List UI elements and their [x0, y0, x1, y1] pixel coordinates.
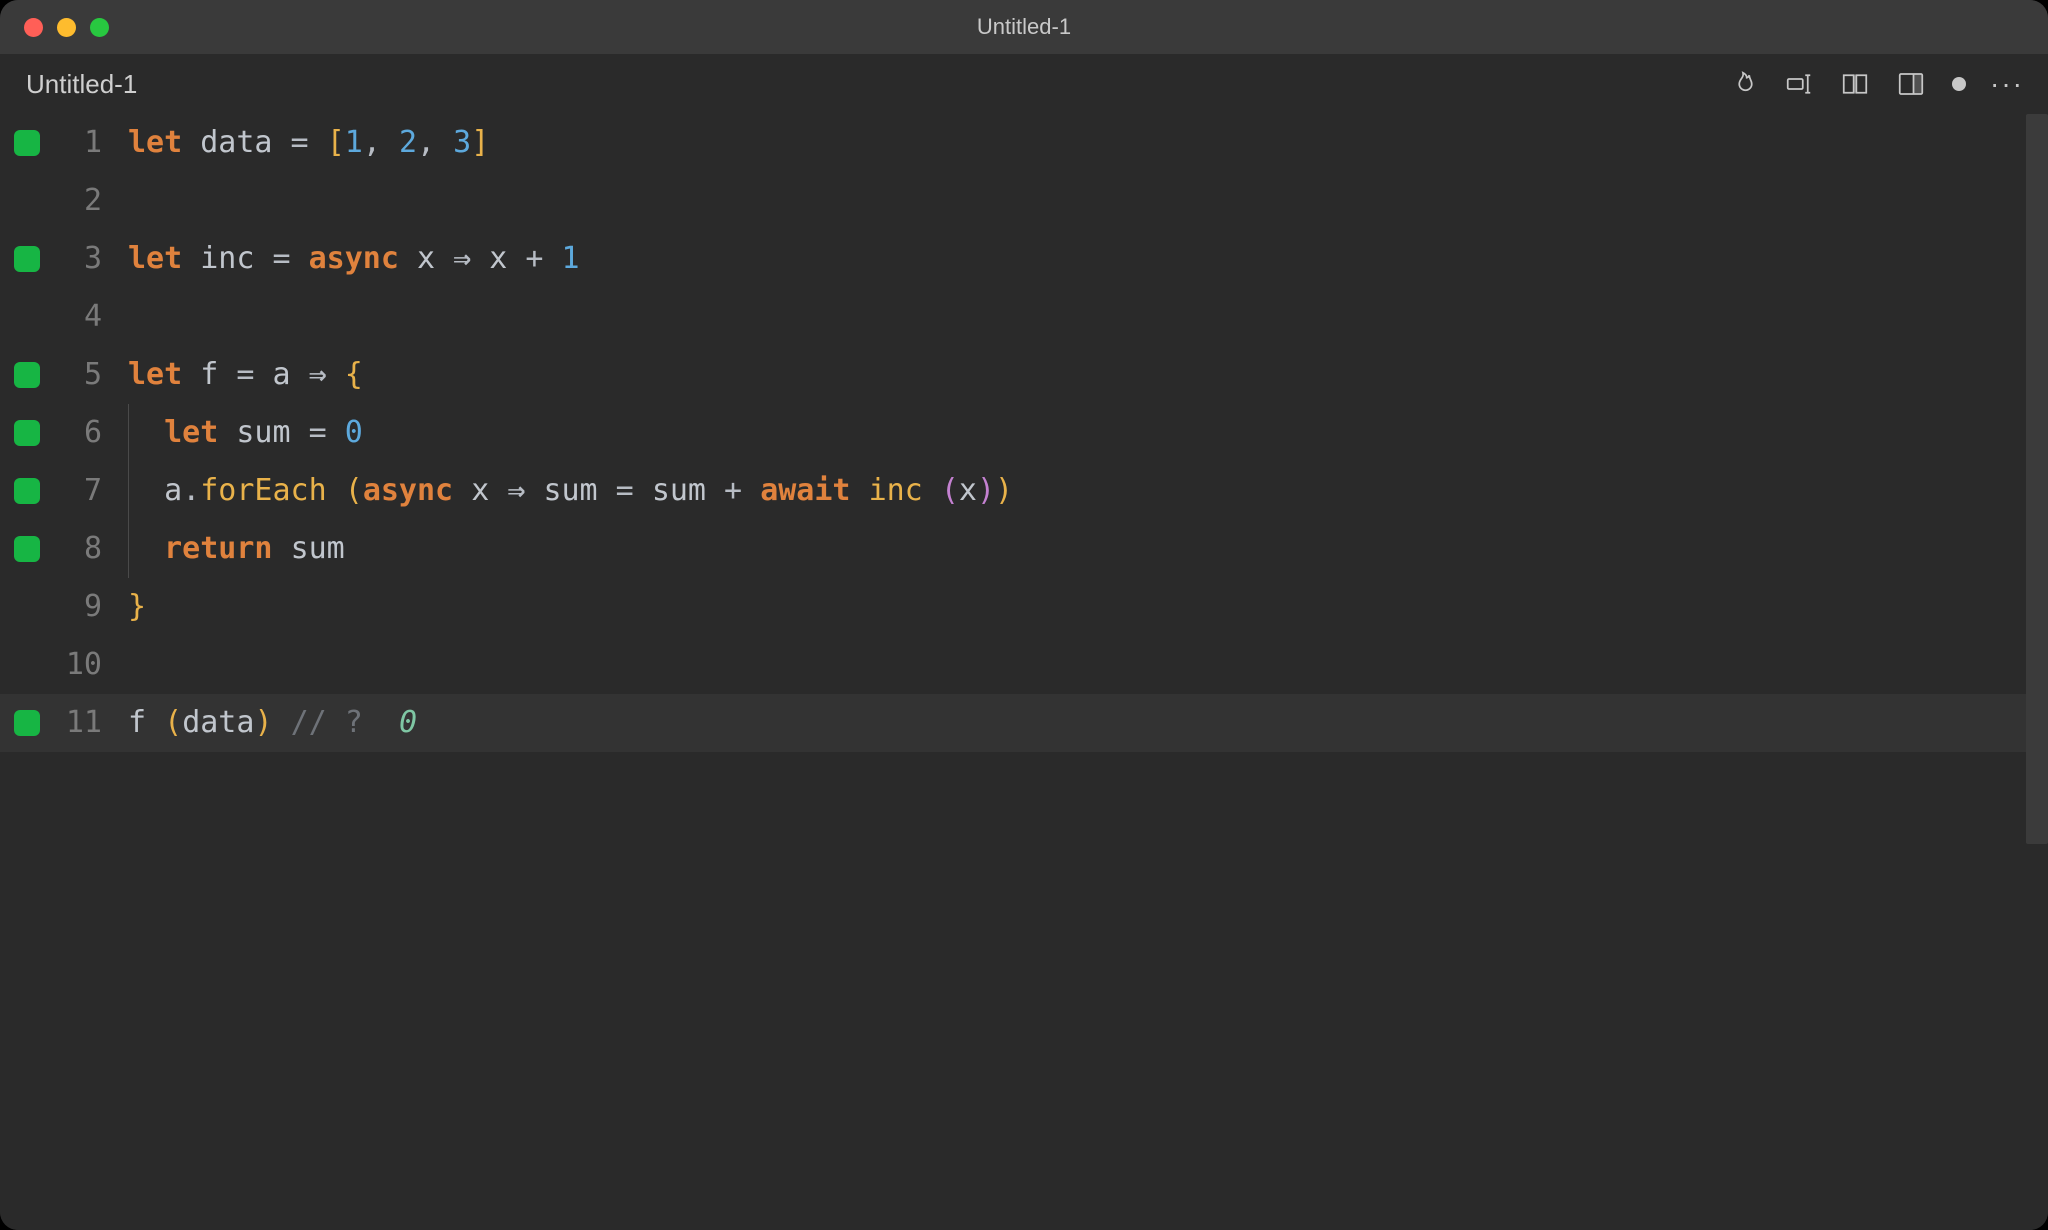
breakpoint-icon[interactable]: [14, 362, 40, 388]
line-number: 6: [48, 404, 128, 462]
line-number: 4: [48, 288, 128, 346]
breakpoint-icon[interactable]: [14, 478, 40, 504]
line-number: 3: [48, 230, 128, 288]
tab-label[interactable]: Untitled-1: [26, 69, 137, 100]
minimize-window-button[interactable]: [57, 18, 76, 37]
code-content: f (data) // ? 0: [128, 694, 417, 752]
line-number: 1: [48, 114, 128, 172]
titlebar: Untitled-1: [0, 0, 2048, 54]
minimap[interactable]: [2026, 114, 2048, 844]
code-line[interactable]: 3 let inc = async x ⇒ x + 1: [0, 230, 2048, 288]
code-content: let sum = 0: [128, 404, 363, 463]
breakpoint-icon[interactable]: [14, 420, 40, 446]
code-content: let data = [1, 2, 3]: [128, 114, 489, 172]
code-editor[interactable]: 1 let data = [1, 2, 3] 2 3 let inc = asy…: [0, 114, 2048, 1230]
quokka-inline-result: 0: [399, 705, 417, 740]
editor-actions: ···: [1728, 69, 2022, 99]
breakpoint-icon[interactable]: [14, 536, 40, 562]
run-cursor-icon[interactable]: [1784, 69, 1814, 99]
code-line[interactable]: 4: [0, 288, 2048, 346]
code-content: a.forEach (async x ⇒ sum = sum + await i…: [128, 462, 1013, 521]
dirty-indicator-icon[interactable]: [1952, 77, 1966, 91]
line-number: 9: [48, 578, 128, 636]
code-content: let inc = async x ⇒ x + 1: [128, 230, 580, 288]
code-content: return sum: [128, 520, 345, 579]
book-icon[interactable]: [1840, 69, 1870, 99]
window-title: Untitled-1: [0, 14, 2048, 40]
code-content: let f = a ⇒ {: [128, 346, 363, 404]
code-content: }: [128, 578, 146, 636]
line-number: 2: [48, 172, 128, 230]
code-line[interactable]: 9 }: [0, 578, 2048, 636]
breakpoint-icon[interactable]: [14, 710, 40, 736]
breakpoint-icon[interactable]: [14, 130, 40, 156]
code-line[interactable]: 7 a.forEach (async x ⇒ sum = sum + await…: [0, 462, 2048, 520]
tabbar: Untitled-1 ···: [0, 54, 2048, 114]
line-number: 10: [48, 636, 128, 694]
code-line[interactable]: 2: [0, 172, 2048, 230]
zoom-window-button[interactable]: [90, 18, 109, 37]
flame-icon[interactable]: [1728, 69, 1758, 99]
more-actions-icon[interactable]: ···: [1992, 69, 2022, 99]
code-line[interactable]: 8 return sum: [0, 520, 2048, 578]
code-line[interactable]: 1 let data = [1, 2, 3]: [0, 114, 2048, 172]
line-number: 5: [48, 346, 128, 404]
close-window-button[interactable]: [24, 18, 43, 37]
code-line[interactable]: 11 f (data) // ? 0: [0, 694, 2048, 752]
breakpoint-icon[interactable]: [14, 246, 40, 272]
code-line[interactable]: 6 let sum = 0: [0, 404, 2048, 462]
code-line[interactable]: 10: [0, 636, 2048, 694]
editor-window: Untitled-1 Untitled-1 ··· 1: [0, 0, 2048, 1230]
line-number: 8: [48, 520, 128, 578]
code-line[interactable]: 5 let f = a ⇒ {: [0, 346, 2048, 404]
line-number: 7: [48, 462, 128, 520]
traffic-lights: [24, 18, 109, 37]
split-editor-icon[interactable]: [1896, 69, 1926, 99]
line-number: 11: [48, 694, 128, 752]
